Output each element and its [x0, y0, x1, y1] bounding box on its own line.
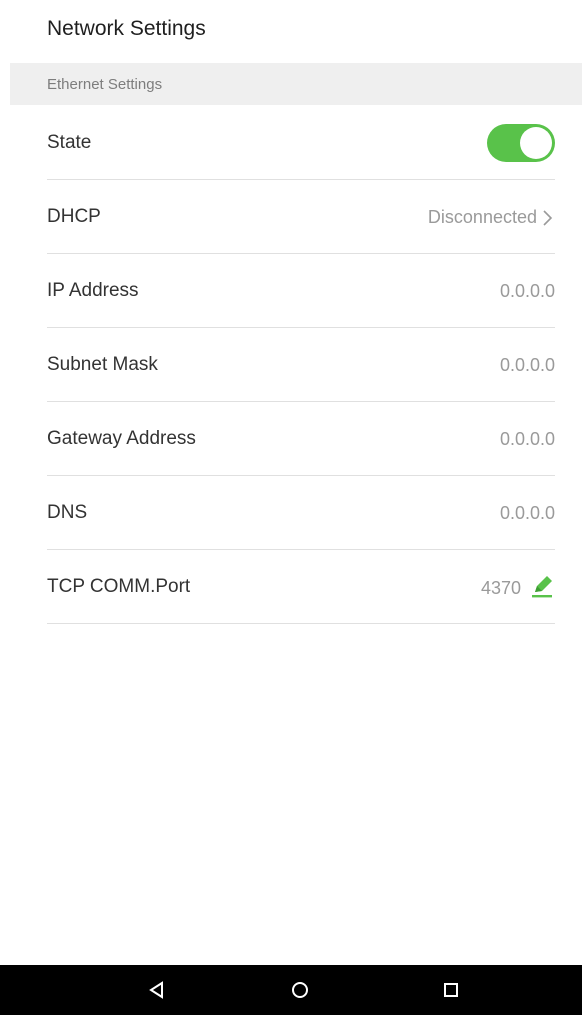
network-settings-screen: Network Settings Ethernet Settings State… [0, 0, 582, 1015]
row-label-gateway-address: Gateway Address [47, 428, 196, 449]
nav-back-button[interactable] [127, 965, 187, 1015]
row-subnet-mask[interactable]: Subnet Mask 0.0.0.0 [47, 328, 555, 402]
section-header-ethernet: Ethernet Settings [10, 63, 582, 105]
page-title: Network Settings [47, 17, 206, 40]
toggle-knob [520, 127, 552, 159]
chevron-right-icon [543, 209, 553, 226]
row-tcp-port[interactable]: TCP COMM.Port 4370 [47, 550, 555, 624]
home-circle-icon [292, 982, 308, 998]
row-value-tcp-port: 4370 [480, 576, 555, 599]
state-toggle[interactable] [487, 124, 555, 162]
tcp-port-text: 4370 [480, 577, 521, 598]
back-triangle-icon [149, 981, 163, 999]
row-value-dhcp: Disconnected [428, 207, 555, 228]
nav-home-button[interactable] [270, 965, 330, 1015]
row-value-gateway-address: 0.0.0.0 [499, 429, 555, 449]
settings-list: State DHCP Disconnected IP Address 0.0.0… [47, 106, 555, 624]
row-state: State [47, 106, 555, 180]
row-label-subnet-mask: Subnet Mask [47, 354, 158, 375]
row-label-state: State [47, 132, 92, 153]
row-label-tcp-port: TCP COMM.Port [47, 576, 191, 597]
row-label-ip-address: IP Address [47, 280, 139, 301]
row-ip-address[interactable]: IP Address 0.0.0.0 [47, 254, 555, 328]
row-gateway-address[interactable]: Gateway Address 0.0.0.0 [47, 402, 555, 476]
dhcp-status-text: Disconnected [427, 207, 537, 227]
row-value-ip-address: 0.0.0.0 [499, 281, 555, 301]
row-label-dhcp: DHCP [47, 206, 101, 227]
row-dhcp[interactable]: DHCP Disconnected [47, 180, 555, 254]
edit-pencil-icon[interactable] [529, 573, 555, 599]
title-bar: Network Settings [0, 0, 582, 62]
android-nav-bar [0, 965, 582, 1015]
nav-recent-button[interactable] [421, 965, 481, 1015]
row-label-dns: DNS [47, 502, 88, 523]
section-header-label: Ethernet Settings [47, 76, 163, 93]
row-value-dns: 0.0.0.0 [499, 503, 555, 523]
recent-square-icon [444, 983, 458, 997]
row-value-subnet-mask: 0.0.0.0 [499, 355, 555, 375]
row-dns[interactable]: DNS 0.0.0.0 [47, 476, 555, 550]
